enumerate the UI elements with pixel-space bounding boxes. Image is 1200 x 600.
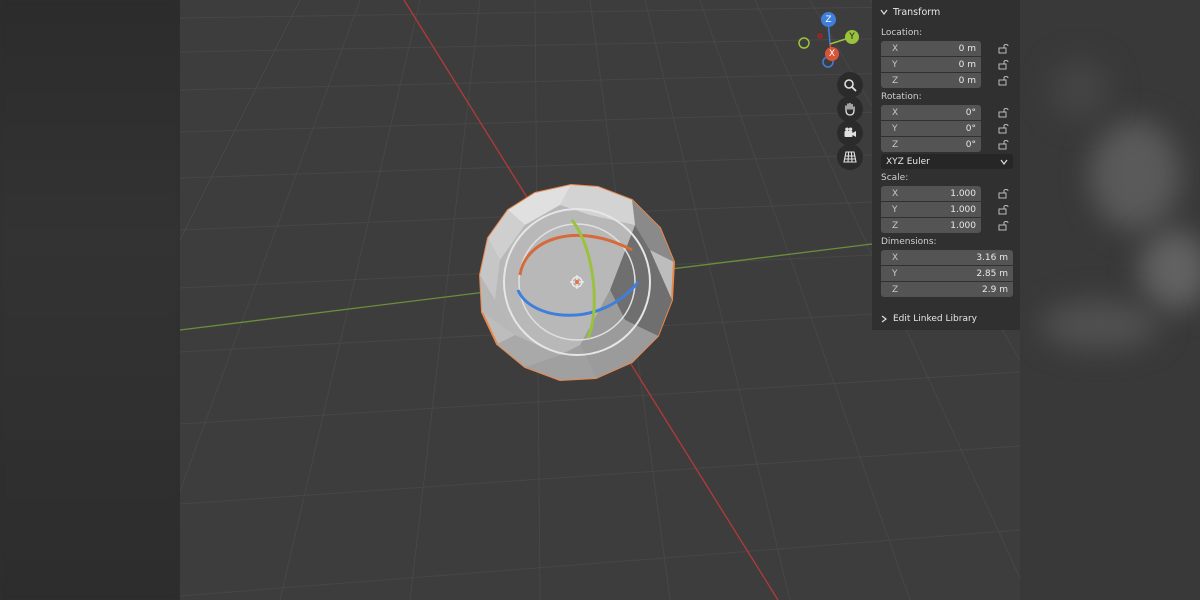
lock-icon[interactable] bbox=[998, 188, 1010, 199]
selected-sphere-object bbox=[478, 183, 676, 382]
edit-linked-library-header[interactable]: Edit Linked Library bbox=[872, 311, 1020, 327]
scale-z-field[interactable]: Z 1.000 bbox=[881, 218, 981, 233]
axis-label: Z bbox=[892, 139, 899, 150]
grid-icon bbox=[843, 151, 857, 163]
lock-icon[interactable] bbox=[998, 107, 1010, 118]
gizmo-z-axis[interactable]: Z bbox=[821, 12, 836, 27]
axis-label: X bbox=[892, 107, 899, 118]
lock-icon[interactable] bbox=[998, 204, 1010, 215]
blurred-backdrop-right bbox=[1020, 0, 1200, 600]
field-value: 0° bbox=[965, 139, 976, 150]
transform-title: Transform bbox=[893, 6, 941, 18]
dimensions-label: Dimensions: bbox=[881, 237, 937, 247]
chevron-right-icon bbox=[881, 315, 887, 323]
rotation-x-field[interactable]: X 0° bbox=[881, 105, 981, 120]
magnifier-icon bbox=[844, 79, 857, 92]
dimensions-y-field[interactable]: Y 2.85 m bbox=[881, 266, 1013, 281]
field-value: 0° bbox=[965, 123, 976, 134]
location-z-field[interactable]: Z 0 m bbox=[881, 73, 981, 88]
location-z-row: Z 0 m bbox=[881, 72, 1009, 88]
dimensions-x-field[interactable]: X 3.16 m bbox=[881, 250, 1013, 265]
axis-label: Z bbox=[892, 75, 899, 86]
field-value: 1.000 bbox=[950, 204, 976, 215]
pan-button[interactable] bbox=[837, 96, 863, 122]
camera-view-button[interactable] bbox=[837, 120, 863, 146]
axis-label: X bbox=[892, 43, 899, 54]
transform-panel: Transform Location: X 0 m Y 0 m Z 0 m Rotat… bbox=[872, 0, 1020, 330]
rotation-mode-value: XYZ Euler bbox=[886, 156, 930, 167]
dimensions-z-row: Z 2.9 m bbox=[881, 281, 1013, 297]
field-value: 1.000 bbox=[950, 220, 976, 231]
hand-icon bbox=[845, 102, 855, 116]
field-value: 2.85 m bbox=[976, 268, 1008, 279]
rotation-label: Rotation: bbox=[881, 92, 922, 102]
chevron-down-icon bbox=[880, 9, 888, 15]
camera-icon bbox=[844, 127, 856, 137]
rotation-y-row: Y 0° bbox=[881, 120, 1009, 136]
axis-label: Y bbox=[892, 59, 898, 70]
field-value: 0° bbox=[965, 107, 976, 118]
zoom-button[interactable] bbox=[837, 72, 863, 98]
blurred-backdrop-left bbox=[0, 0, 180, 600]
dimensions-z-field[interactable]: Z 2.9 m bbox=[881, 282, 1013, 297]
location-x-row: X 0 m bbox=[881, 40, 1009, 56]
axis-label: Z bbox=[892, 284, 899, 295]
location-x-field[interactable]: X 0 m bbox=[881, 41, 981, 56]
axis-label: Y bbox=[892, 204, 898, 215]
navigation-gizmo[interactable]: Z Y X bbox=[792, 10, 864, 72]
rotation-mode-dropdown[interactable]: XYZ Euler bbox=[881, 154, 1013, 169]
scale-x-row: X 1.000 bbox=[881, 185, 1009, 201]
lock-icon[interactable] bbox=[998, 220, 1010, 231]
axis-label: Z bbox=[892, 220, 899, 231]
field-value: 0 m bbox=[958, 59, 976, 70]
lock-icon[interactable] bbox=[998, 75, 1010, 86]
scale-y-row: Y 1.000 bbox=[881, 201, 1009, 217]
axis-label: X bbox=[892, 188, 899, 199]
field-value: 0 m bbox=[958, 75, 976, 86]
ortho-toggle-button[interactable] bbox=[837, 144, 863, 170]
scale-x-field[interactable]: X 1.000 bbox=[881, 186, 981, 201]
scale-label: Scale: bbox=[881, 173, 909, 183]
axis-label: X bbox=[892, 252, 899, 263]
dimensions-x-row: X 3.16 m bbox=[881, 249, 1013, 265]
scale-y-field[interactable]: Y 1.000 bbox=[881, 202, 981, 217]
field-value: 2.9 m bbox=[982, 284, 1008, 295]
edit-linked-library-label: Edit Linked Library bbox=[893, 314, 977, 324]
rotation-y-field[interactable]: Y 0° bbox=[881, 121, 981, 136]
scale-z-row: Z 1.000 bbox=[881, 217, 1009, 233]
field-value: 0 m bbox=[958, 43, 976, 54]
rotation-z-field[interactable]: Z 0° bbox=[881, 137, 981, 152]
location-label: Location: bbox=[881, 28, 923, 38]
field-value: 1.000 bbox=[950, 188, 976, 199]
lock-icon[interactable] bbox=[998, 139, 1010, 150]
gizmo-y-axis[interactable]: Y bbox=[845, 30, 859, 44]
rotation-z-row: Z 0° bbox=[881, 136, 1009, 152]
lock-icon[interactable] bbox=[998, 43, 1010, 54]
transform-header[interactable]: Transform bbox=[872, 0, 1020, 24]
axis-label: Y bbox=[892, 123, 898, 134]
location-y-row: Y 0 m bbox=[881, 56, 1009, 72]
location-y-field[interactable]: Y 0 m bbox=[881, 57, 981, 72]
lock-icon[interactable] bbox=[998, 59, 1010, 70]
field-value: 3.16 m bbox=[976, 252, 1008, 263]
axis-label: Y bbox=[892, 268, 898, 279]
rotation-x-row: X 0° bbox=[881, 104, 1009, 120]
dimensions-y-row: Y 2.85 m bbox=[881, 265, 1013, 281]
lock-icon[interactable] bbox=[998, 123, 1010, 134]
chevron-down-icon bbox=[1000, 159, 1008, 165]
gizmo-x-axis[interactable]: X bbox=[825, 47, 839, 61]
